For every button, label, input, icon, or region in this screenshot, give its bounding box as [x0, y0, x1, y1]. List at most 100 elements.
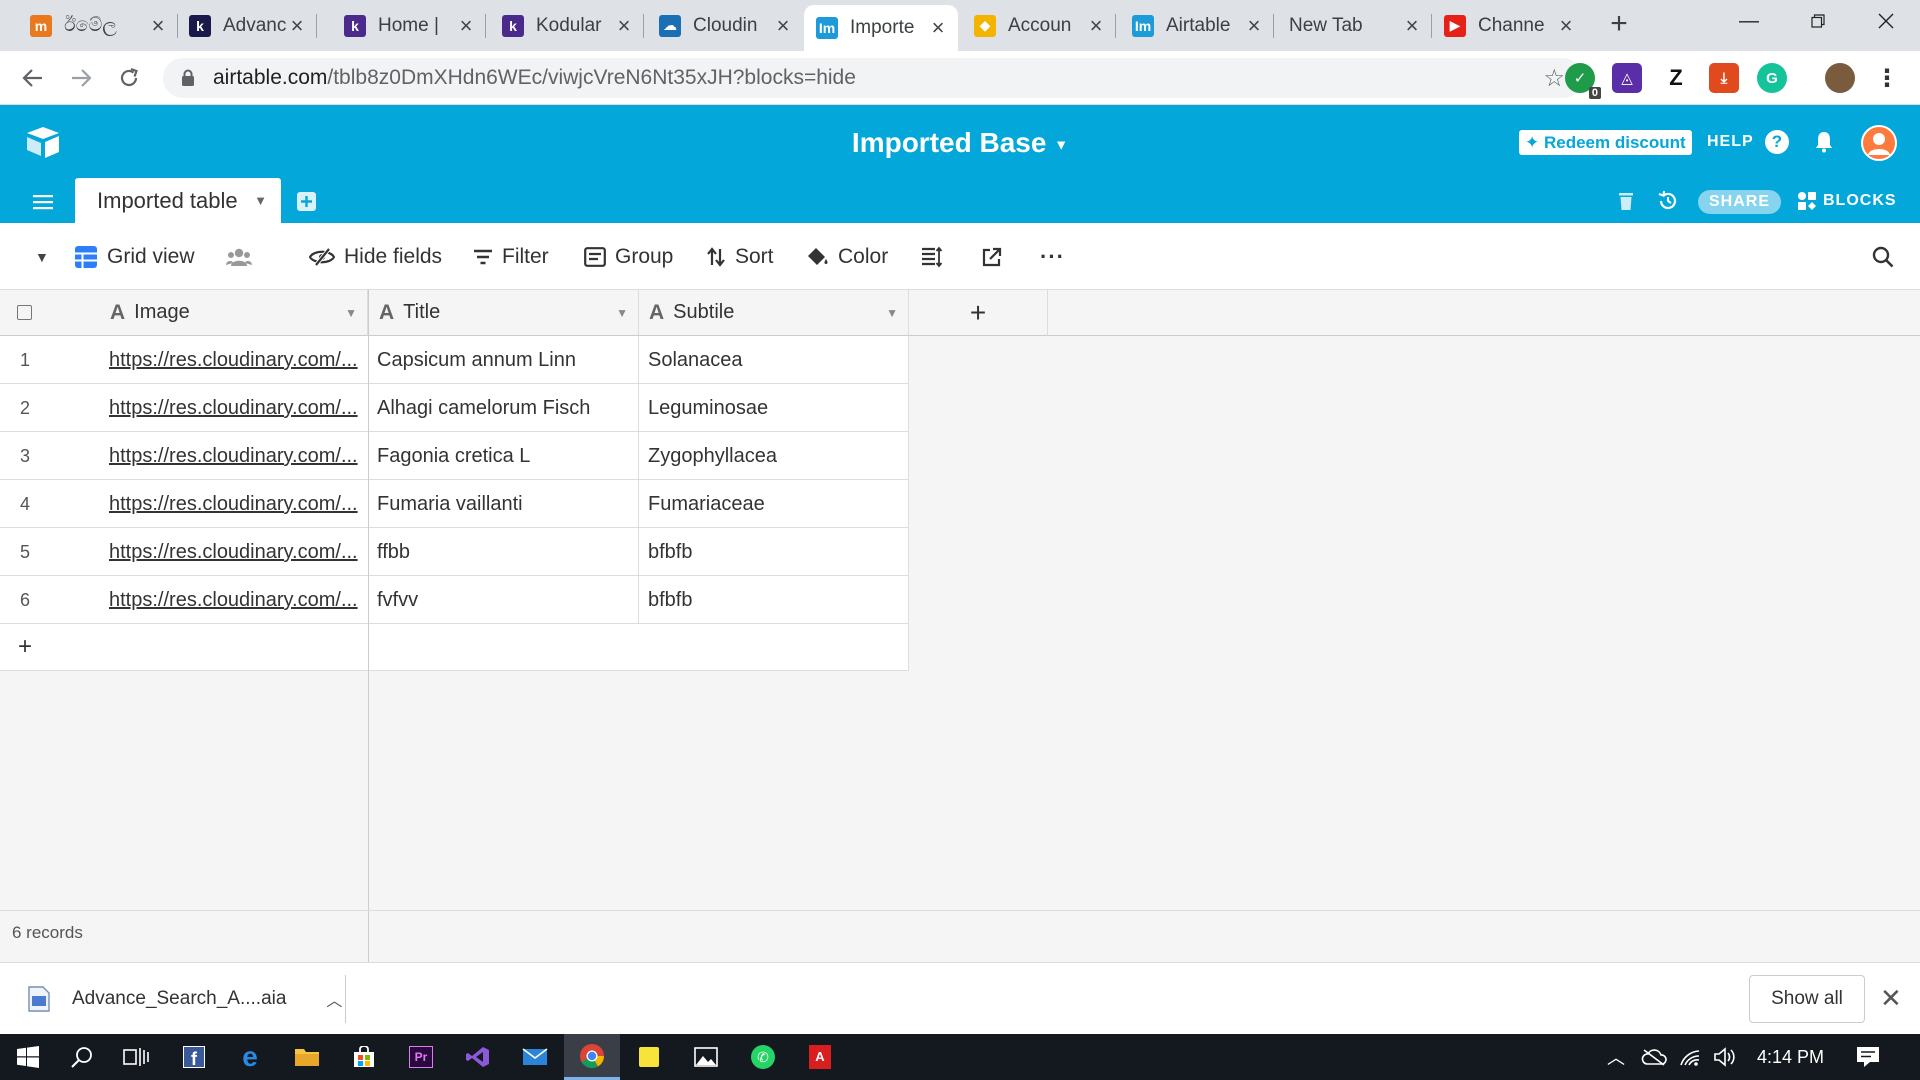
- table-row[interactable]: 3 https://res.cloudinary.com/... Fagonia c…: [0, 432, 909, 480]
- cell-title[interactable]: Fumaria vaillanti: [368, 480, 639, 528]
- close-tab-icon[interactable]: ×: [456, 13, 476, 39]
- column-header-image[interactable]: A Image ▼: [100, 290, 368, 336]
- cell-subtile[interactable]: bfbfb: [639, 528, 909, 576]
- close-tab-icon[interactable]: ×: [614, 13, 634, 39]
- share-button[interactable]: SHARE: [1698, 190, 1781, 214]
- sort-button[interactable]: Sort: [706, 223, 774, 290]
- whatsapp-icon[interactable]: ✆: [735, 1034, 791, 1080]
- add-record-button[interactable]: +: [18, 624, 32, 670]
- acrobat-reader-icon[interactable]: A: [792, 1034, 848, 1080]
- visual-studio-icon[interactable]: [450, 1034, 506, 1080]
- browser-tab-1[interactable]: m ඊමේල ×: [18, 5, 178, 46]
- collaborators-icon[interactable]: [226, 223, 261, 290]
- close-tab-icon[interactable]: ×: [1086, 13, 1106, 39]
- wifi-icon[interactable]: [1679, 1034, 1701, 1080]
- add-table-button[interactable]: [296, 191, 316, 211]
- close-tab-icon[interactable]: ×: [773, 13, 793, 39]
- back-button[interactable]: [16, 61, 50, 95]
- tray-chevron-up-icon[interactable]: ︿: [1607, 1034, 1625, 1080]
- user-avatar[interactable]: [1861, 125, 1897, 161]
- cell-subtile[interactable]: Fumariaceae: [639, 480, 909, 528]
- bookmark-star-icon[interactable]: ☆: [1543, 64, 1565, 93]
- view-list-toggle[interactable]: ▼: [35, 223, 49, 290]
- table-tab-imported-table[interactable]: Imported table ▼: [75, 178, 281, 223]
- close-tab-icon[interactable]: ×: [1244, 13, 1264, 39]
- cell-subtile[interactable]: Solanacea: [639, 336, 909, 384]
- chevron-down-icon[interactable]: ▼: [345, 306, 357, 320]
- shield-extension-icon[interactable]: ✓ 0: [1565, 63, 1601, 99]
- download-item[interactable]: Advance_Search_A....aia ︿: [28, 963, 342, 1035]
- help-icon[interactable]: ?: [1765, 130, 1789, 154]
- cell-title[interactable]: Alhagi camelorum Fisch: [368, 384, 639, 432]
- hide-fields-button[interactable]: Hide fields: [309, 223, 442, 290]
- group-button[interactable]: Group: [584, 223, 673, 290]
- chevron-up-icon[interactable]: ︿: [326, 987, 342, 1011]
- close-icon[interactable]: ✕: [1880, 983, 1902, 1014]
- cell-image-url[interactable]: https://res.cloudinary.com/...: [100, 576, 368, 624]
- cell-subtile[interactable]: Leguminosae: [639, 384, 909, 432]
- browser-tab-5[interactable]: ☁ Cloudin ×: [647, 5, 803, 46]
- column-header-subtile[interactable]: A Subtile ▼: [639, 290, 909, 336]
- premiere-pro-icon[interactable]: Pr: [393, 1034, 449, 1080]
- close-tab-icon[interactable]: ×: [928, 15, 948, 41]
- table-row[interactable]: 2 https://res.cloudinary.com/... Alhagi ca…: [0, 384, 909, 432]
- blocks-button[interactable]: BLOCKS: [1797, 191, 1897, 211]
- cell-subtile[interactable]: Zygophyllacea: [639, 432, 909, 480]
- edge-browser-icon[interactable]: e: [222, 1034, 278, 1080]
- forward-button[interactable]: [64, 61, 98, 95]
- history-icon[interactable]: [1656, 189, 1680, 213]
- windows-start-icon[interactable]: [0, 1034, 56, 1080]
- facebook-app-icon[interactable]: f: [166, 1034, 222, 1080]
- chevron-down-icon[interactable]: ▼: [254, 178, 267, 223]
- chevron-down-icon[interactable]: ▼: [886, 306, 898, 320]
- clock[interactable]: 4:14 PM: [1757, 1034, 1824, 1080]
- more-options-icon[interactable]: ···: [1040, 223, 1065, 290]
- search-icon[interactable]: [1872, 223, 1903, 290]
- sticky-notes-icon[interactable]: [621, 1034, 677, 1080]
- cell-image-url[interactable]: https://res.cloudinary.com/...: [100, 336, 368, 384]
- cell-subtile[interactable]: bfbfb: [639, 576, 909, 624]
- file-explorer-icon[interactable]: [279, 1034, 335, 1080]
- cell-image-url[interactable]: https://res.cloudinary.com/...: [100, 432, 368, 480]
- close-window-button[interactable]: [1855, 0, 1917, 42]
- grammarly-extension-icon[interactable]: G: [1757, 63, 1787, 93]
- trash-icon[interactable]: [1616, 189, 1636, 213]
- minimize-button[interactable]: —: [1718, 0, 1780, 42]
- browser-tab-8[interactable]: Im Airtable ×: [1120, 5, 1274, 46]
- hamburger-menu-icon[interactable]: [30, 191, 56, 213]
- address-bar[interactable]: airtable.com/tblb8z0DmXHdn6WEc/viwjcVreN…: [163, 58, 1583, 98]
- volume-icon[interactable]: [1713, 1034, 1737, 1080]
- add-field-button[interactable]: +: [909, 290, 1048, 336]
- zotero-extension-icon[interactable]: Z: [1661, 63, 1691, 93]
- view-switcher[interactable]: Grid view: [74, 223, 195, 290]
- download-extension-icon[interactable]: ⤓: [1709, 63, 1739, 93]
- column-header-title[interactable]: A Title ▼: [368, 290, 639, 336]
- share-view-icon[interactable]: [982, 223, 1011, 290]
- browser-tab-10[interactable]: ▶ Channe ×: [1432, 5, 1586, 46]
- table-row[interactable]: 5 https://res.cloudinary.com/... ffbb bfbfb: [0, 528, 909, 576]
- onedrive-icon[interactable]: [1641, 1034, 1667, 1080]
- browser-tab-7[interactable]: ◆ Accoun ×: [962, 5, 1116, 46]
- cell-image-url[interactable]: https://res.cloudinary.com/...: [100, 384, 368, 432]
- cell-title[interactable]: fvfvv: [368, 576, 639, 624]
- new-tab-button[interactable]: +: [1604, 8, 1634, 42]
- close-tab-icon[interactable]: ×: [1556, 13, 1576, 39]
- search-icon[interactable]: [54, 1034, 110, 1080]
- browser-menu-icon[interactable]: ⋮: [1872, 63, 1902, 93]
- cell-image-url[interactable]: https://res.cloudinary.com/...: [100, 528, 368, 576]
- row-height-icon[interactable]: [921, 223, 952, 290]
- table-row[interactable]: 1 https://res.cloudinary.com/... Capsicum …: [0, 336, 909, 384]
- redeem-discount-button[interactable]: ✦ Redeem discount: [1519, 130, 1692, 155]
- table-row[interactable]: 6 https://res.cloudinary.com/... fvfvv bfbf…: [0, 576, 909, 624]
- add-record-row[interactable]: +: [0, 624, 909, 671]
- store-icon[interactable]: [336, 1034, 392, 1080]
- task-view-icon[interactable]: [108, 1034, 164, 1080]
- browser-tab-3[interactable]: k Home | ×: [332, 5, 486, 46]
- chrome-icon[interactable]: [564, 1034, 620, 1080]
- cell-title[interactable]: ffbb: [368, 528, 639, 576]
- reload-button[interactable]: [112, 61, 146, 95]
- browser-tab-9[interactable]: New Tab ×: [1275, 5, 1432, 46]
- close-tab-icon[interactable]: ×: [1402, 13, 1422, 39]
- close-tab-icon[interactable]: ×: [148, 13, 168, 39]
- mail-icon[interactable]: [507, 1034, 563, 1080]
